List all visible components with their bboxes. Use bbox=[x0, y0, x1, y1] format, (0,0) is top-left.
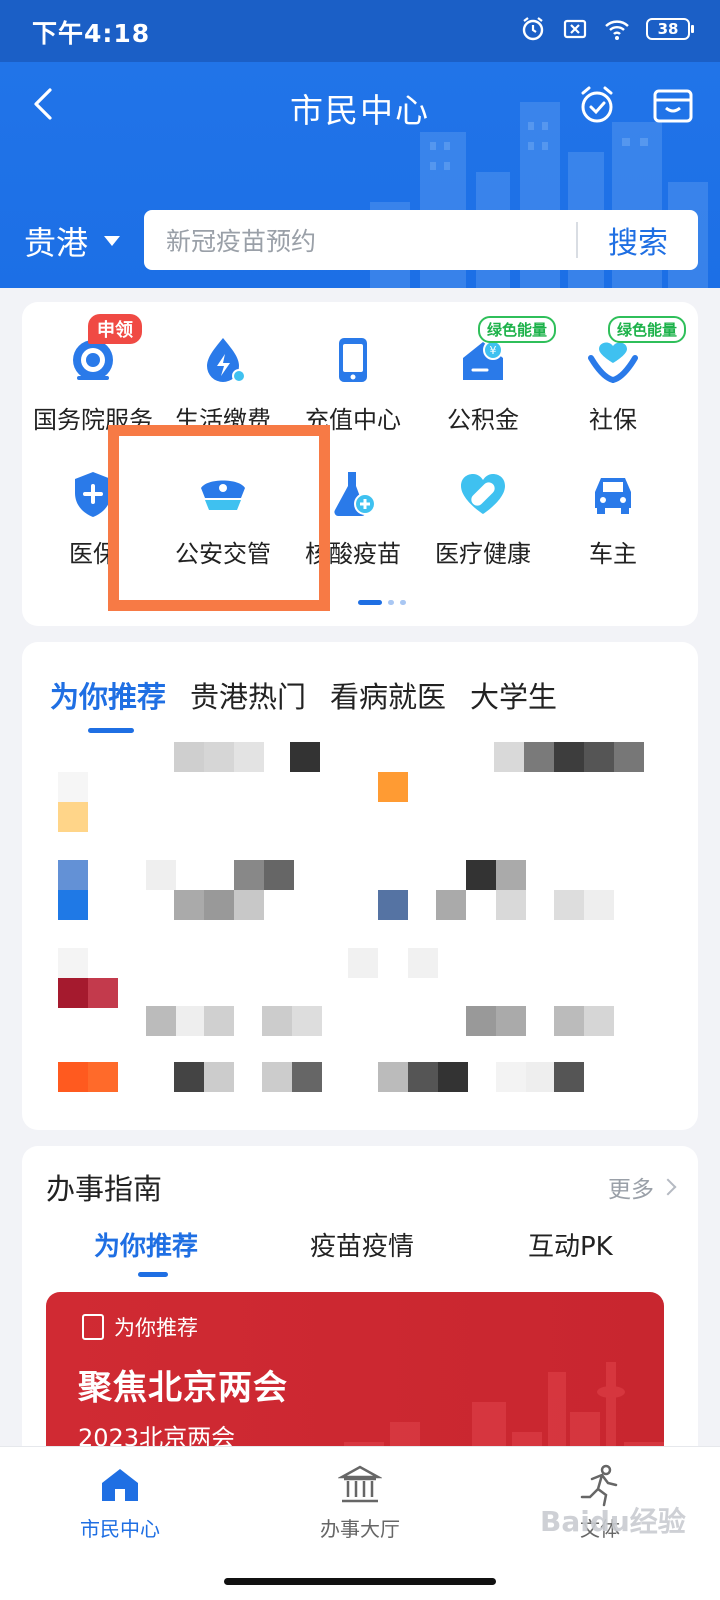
service-label: 车主 bbox=[589, 540, 637, 568]
banner-tag-label: 为你推荐 bbox=[114, 1316, 198, 1340]
service-social-security[interactable]: 社保 bbox=[546, 332, 680, 435]
healthcare-icon bbox=[461, 474, 505, 514]
battery-level: 38 bbox=[657, 20, 679, 38]
government-hall-icon bbox=[338, 1465, 382, 1503]
service-state-council[interactable]: 国务院服务 bbox=[26, 332, 160, 435]
pixelated-content bbox=[22, 742, 698, 1130]
no-sim-icon bbox=[563, 19, 587, 39]
recommend-card: 为你推荐 贵港热门 看病就医 大学生 bbox=[22, 642, 698, 1130]
caret-down-icon bbox=[104, 236, 121, 246]
page-dot bbox=[400, 600, 406, 605]
service-label: 公积金 bbox=[447, 406, 519, 434]
guide-card: 办事指南 更多 为你推荐 疫苗疫情 互动PK 为你推荐 聚焦北京两会 2023北… bbox=[22, 1146, 698, 1476]
service-car-owner[interactable]: 车主 bbox=[546, 466, 680, 569]
more-link[interactable]: 更多 bbox=[608, 1170, 677, 1204]
nav-label: 办事大厅 bbox=[320, 1517, 400, 1541]
city-selector[interactable]: 贵港 bbox=[24, 218, 121, 264]
page-dot bbox=[388, 600, 394, 605]
watermark-text: Baidu经验 bbox=[540, 1505, 686, 1538]
status-time: 下午4:18 bbox=[32, 19, 151, 48]
guide-tab-underline bbox=[138, 1272, 168, 1277]
nav-citizen-center[interactable]: 市民中心 bbox=[20, 1463, 220, 1542]
notebook-icon bbox=[82, 1314, 104, 1340]
recharge-icon bbox=[339, 338, 367, 382]
chevron-right-icon bbox=[659, 1178, 677, 1196]
service-healthcare[interactable]: 医疗健康 bbox=[416, 466, 550, 569]
wallet-card-icon[interactable] bbox=[652, 86, 694, 126]
badge-green-energy: 绿色能量 bbox=[608, 316, 687, 343]
page-indicator bbox=[358, 600, 406, 605]
nucleic-vaccine-icon bbox=[334, 472, 376, 517]
city-name: 贵港 bbox=[24, 224, 89, 262]
highlight-box bbox=[108, 425, 330, 611]
battery-indicator: 38 bbox=[646, 18, 694, 40]
badge-green-energy: 绿色能量 bbox=[478, 316, 557, 343]
guide-title: 办事指南 bbox=[46, 1172, 163, 1206]
utility-payment-icon bbox=[207, 338, 246, 383]
nav-label: 市民中心 bbox=[80, 1517, 160, 1541]
status-icons: 38 bbox=[520, 16, 694, 42]
tab-medical[interactable]: 看病就医 bbox=[330, 674, 446, 716]
tab-guigang-hot[interactable]: 贵港热门 bbox=[190, 674, 306, 716]
car-owner-icon bbox=[595, 478, 631, 514]
search-bar[interactable]: 新冠疫苗预约 搜索 bbox=[144, 210, 698, 270]
svg-text:¥: ¥ bbox=[490, 344, 497, 357]
page-dot-active bbox=[358, 600, 382, 605]
service-housing-fund[interactable]: ¥ 公积金 bbox=[416, 332, 550, 435]
home-indicator[interactable] bbox=[224, 1578, 496, 1585]
search-input[interactable]: 新冠疫苗预约 bbox=[144, 222, 576, 258]
guide-tab-pk[interactable]: 互动PK bbox=[528, 1226, 613, 1263]
tab-college[interactable]: 大学生 bbox=[470, 674, 557, 716]
banner-tag: 为你推荐 bbox=[82, 1312, 198, 1342]
wifi-icon bbox=[605, 20, 629, 40]
alarm-clock-icon bbox=[522, 17, 544, 41]
recommend-tabs: 为你推荐 贵港热门 看病就医 大学生 bbox=[50, 674, 557, 716]
status-bar: 下午4:18 38 bbox=[0, 0, 720, 62]
tab-for-you[interactable]: 为你推荐 bbox=[50, 674, 166, 716]
badge-apply: 申领 bbox=[88, 314, 142, 344]
service-label: 医疗健康 bbox=[435, 540, 531, 568]
service-recharge[interactable]: 充值中心 bbox=[286, 332, 420, 435]
service-label: 社保 bbox=[589, 406, 637, 434]
more-label: 更多 bbox=[608, 1177, 654, 1203]
guide-tab-vaccine[interactable]: 疫苗疫情 bbox=[310, 1226, 414, 1263]
banner-headline: 聚焦北京两会 bbox=[78, 1368, 288, 1408]
service-utility-payment[interactable]: 生活缴费 bbox=[156, 332, 290, 435]
nav-government-hall[interactable]: 办事大厅 bbox=[260, 1463, 460, 1542]
reminder-clock-icon[interactable] bbox=[576, 84, 618, 126]
tab-underline bbox=[88, 728, 134, 733]
home-icon bbox=[102, 1469, 138, 1501]
guide-tab-for-you[interactable]: 为你推荐 bbox=[94, 1226, 198, 1263]
search-button[interactable]: 搜索 bbox=[578, 218, 698, 262]
app-header: 市民中心 贵港 新冠疫苗预约 搜索 bbox=[0, 62, 720, 288]
